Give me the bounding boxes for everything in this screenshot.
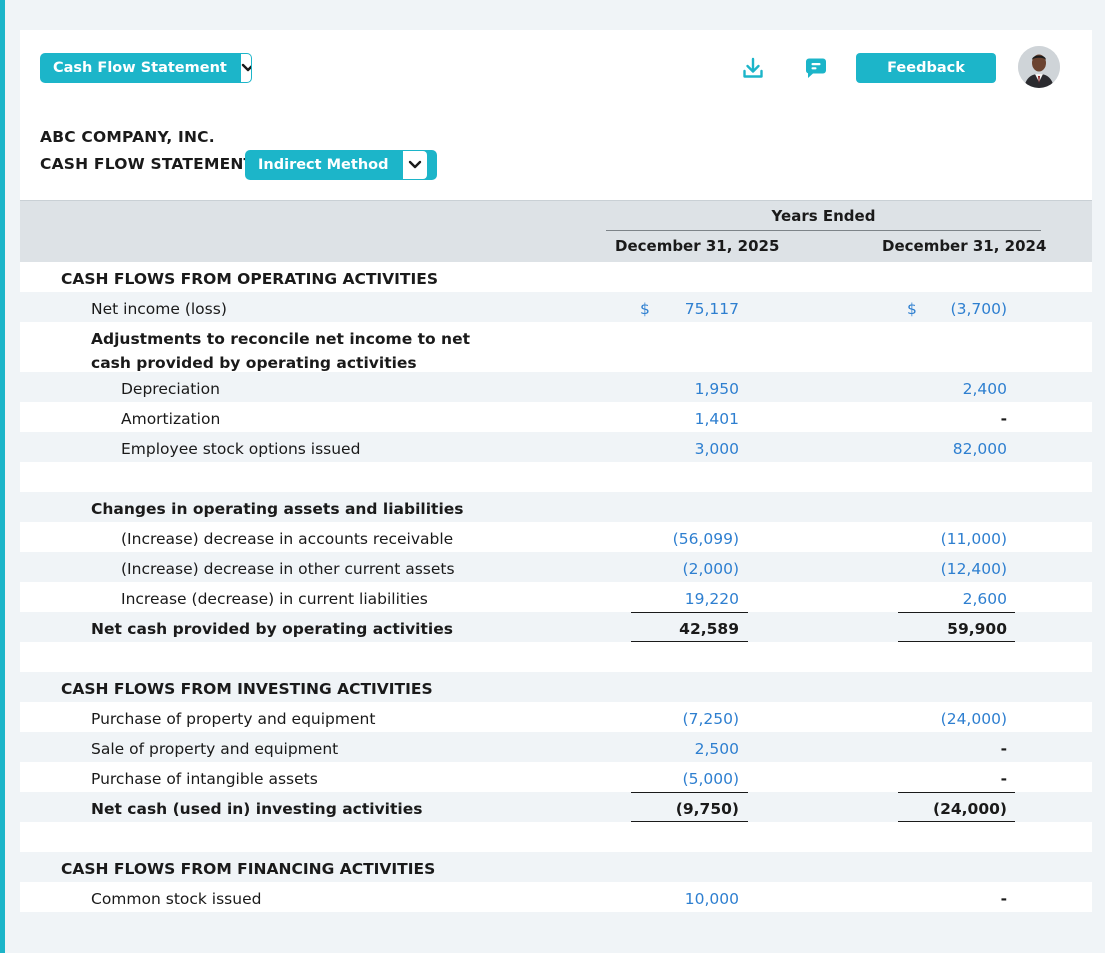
statement-type-label: Cash Flow Statement xyxy=(53,60,227,76)
section-header-operating: CASH FLOWS FROM OPERATING ACTIVITIES xyxy=(61,270,439,288)
currency-symbol: $ xyxy=(640,300,650,318)
statement-title: CASH FLOW STATEMENT xyxy=(40,155,255,173)
table-row: Increase (decrease) in current liabiliti… xyxy=(121,590,1007,608)
currency-symbol: $ xyxy=(907,300,917,318)
section-header-investing: CASH FLOWS FROM INVESTING ACTIVITIES xyxy=(20,672,1092,702)
cash-flow-table: Years Ended December 31, 2025 December 3… xyxy=(20,200,1092,923)
method-select-label: Indirect Method xyxy=(258,157,389,173)
table-row: Purchase of property and equipment (7,25… xyxy=(91,710,1007,728)
feedback-button[interactable]: Feedback xyxy=(856,53,996,83)
comment-icon[interactable] xyxy=(803,55,829,81)
spacer-row xyxy=(20,822,1092,852)
company-name: ABC COMPANY, INC. xyxy=(40,128,215,146)
table-row: Employee stock options issued 3,000 82,0… xyxy=(20,432,1092,462)
column-header-2024: December 31, 2024 xyxy=(882,237,1047,255)
table-row: (Increase) decrease in other current ass… xyxy=(20,552,1092,582)
chevron-down-icon[interactable] xyxy=(402,151,427,179)
table-row: Purchase of intangible assets (5,000) - xyxy=(91,770,1007,788)
table-row: Sale of property and equipment 2,500 - xyxy=(20,732,1092,762)
subsection-header-changes: Changes in operating assets and liabilit… xyxy=(20,492,1092,522)
column-header-2025: December 31, 2025 xyxy=(615,237,780,255)
table-row: Amortization 1,401 - xyxy=(121,410,1007,428)
statement-type-select[interactable]: Cash Flow Statement xyxy=(40,53,252,83)
subsection-header-adjustments: Adjustments to reconcile net income to n… xyxy=(91,330,471,372)
table-row: (Increase) decrease in accounts receivab… xyxy=(121,530,1007,548)
table-row: Net income (loss) $ 75,117 $ (3,700) xyxy=(20,292,1092,322)
years-ended-header: Years Ended xyxy=(606,207,1041,231)
table-row: Common stock issued 10,000 - xyxy=(91,890,1007,908)
statement-card: Cash Flow Statement Feedback ABC COMPANY… xyxy=(20,30,1092,923)
table-header: Years Ended December 31, 2025 December 3… xyxy=(20,200,1092,262)
method-select[interactable]: Indirect Method xyxy=(245,150,437,180)
table-row: Depreciation 1,950 2,400 xyxy=(20,372,1092,402)
total-row-investing: Net cash (used in) investing activities … xyxy=(20,792,1092,822)
spacer-row xyxy=(20,642,1092,672)
spacer-row xyxy=(20,462,1092,492)
avatar[interactable] xyxy=(1018,46,1060,88)
left-accent-bar xyxy=(0,0,5,953)
download-icon[interactable] xyxy=(740,55,766,81)
section-header-financing: CASH FLOWS FROM FINANCING ACTIVITIES xyxy=(20,852,1092,882)
total-row-operating: Net cash provided by operating activitie… xyxy=(20,612,1092,642)
chevron-down-icon[interactable] xyxy=(240,54,251,82)
table-row-partial xyxy=(20,912,1092,923)
